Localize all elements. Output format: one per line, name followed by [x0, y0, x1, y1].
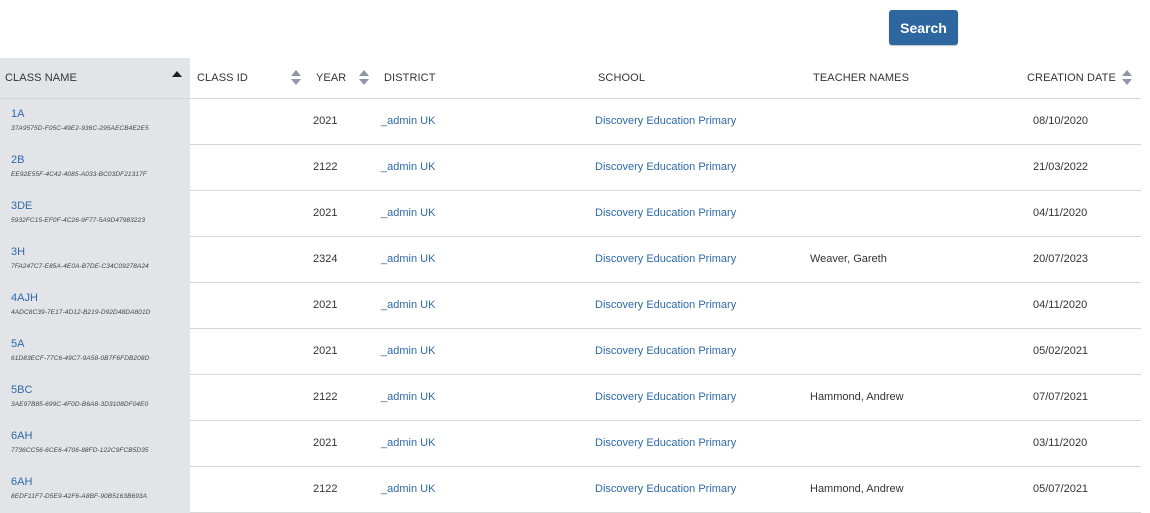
year-cell: 2122	[313, 161, 338, 173]
class-guid: 5932FC15-EF0F-4C26-9F77-5A9D47983223	[11, 217, 146, 224]
school-link[interactable]: Discovery Education Primary	[595, 191, 736, 236]
class-guid: 7FA247C7-E85A-4E0A-B7DE-C34C09278A24	[11, 263, 149, 270]
school-link[interactable]: Discovery Education Primary	[595, 99, 736, 144]
class-name-link[interactable]: 5BC	[11, 384, 32, 396]
teacher-names-cell: Hammond, Andrew	[810, 391, 904, 403]
district-link[interactable]: _admin UK	[381, 191, 435, 236]
table-row: 6AH 8EDF11F7-D5E9-42F6-A8BF-90B5163B693A 2…	[0, 467, 1141, 513]
class-guid: 61D83ECF-77C6-49C7-9A58-0B7F6FDB208D	[11, 355, 150, 362]
table-row: 5BC 3AE97B85-699C-4F0D-B6A8-3D3108DF04E0 2…	[0, 375, 1141, 421]
class-name-link[interactable]: 1A	[11, 108, 24, 120]
year-cell: 2021	[313, 115, 338, 127]
class-guid: EE92E55F-4C42-4085-A033-BC03DF21317F	[11, 171, 147, 178]
creation-date-cell: 05/02/2021	[1033, 345, 1089, 357]
table-row: 3DE 5932FC15-EF0F-4C26-9F77-5A9D47983223 2…	[0, 191, 1141, 237]
district-link[interactable]: _admin UK	[381, 421, 435, 466]
class-name-cell	[0, 99, 190, 145]
sort-ascending-icon[interactable]	[172, 71, 182, 77]
district-link[interactable]: _admin UK	[381, 375, 435, 420]
class-name-link[interactable]: 2B	[11, 154, 24, 166]
table-row: 6AH 7736CC56-6CE6-4706-88FD-122C9FCB5D35 2…	[0, 421, 1141, 467]
search-button[interactable]: Search	[889, 10, 958, 45]
district-link[interactable]: _admin UK	[381, 329, 435, 374]
header-teacher-names: TEACHER NAMES	[813, 72, 910, 84]
header-school: SCHOOL	[598, 72, 646, 84]
classes-table: CLASS NAME CLASS ID YEAR DISTRICT SCHOOL…	[0, 58, 1141, 513]
class-name-cell	[0, 375, 190, 421]
district-link[interactable]: _admin UK	[381, 467, 435, 512]
creation-date-cell: 20/07/2023	[1033, 253, 1089, 265]
year-cell: 2021	[313, 207, 338, 219]
school-link[interactable]: Discovery Education Primary	[595, 329, 736, 374]
class-name-link[interactable]: 6AH	[11, 476, 32, 488]
table-row: 4AJH 4ADC8C39-7E17-4D12-B219-D92D48DA801D…	[0, 283, 1141, 329]
header-year[interactable]: YEAR	[316, 58, 346, 98]
district-link[interactable]: _admin UK	[381, 283, 435, 328]
class-name-cell	[0, 329, 190, 375]
class-name-cell	[0, 237, 190, 283]
sort-creation-date-icon[interactable]	[1122, 70, 1133, 86]
class-name-link[interactable]: 3DE	[11, 200, 32, 212]
creation-date-cell: 08/10/2020	[1033, 115, 1089, 127]
header-district: DISTRICT	[384, 72, 436, 84]
district-link[interactable]: _admin UK	[381, 237, 435, 282]
school-link[interactable]: Discovery Education Primary	[595, 145, 736, 190]
table-header: CLASS NAME CLASS ID YEAR DISTRICT SCHOOL…	[0, 58, 1141, 99]
class-name-cell	[0, 191, 190, 237]
teacher-names-cell: Weaver, Gareth	[810, 253, 887, 265]
table-row: 5A 61D83ECF-77C6-49C7-9A58-0B7F6FDB208D 20…	[0, 329, 1141, 375]
district-link[interactable]: _admin UK	[381, 145, 435, 190]
creation-date-cell: 04/11/2020	[1033, 207, 1088, 219]
class-guid: 3AE97B85-699C-4F0D-B6A8-3D3108DF04E0	[11, 401, 149, 408]
table-row: 3H 7FA247C7-E85A-4E0A-B7DE-C34C09278A24 23…	[0, 237, 1141, 283]
district-link[interactable]: _admin UK	[381, 99, 435, 144]
year-cell: 2021	[313, 299, 338, 311]
class-name-cell	[0, 421, 190, 467]
year-cell: 2122	[313, 391, 338, 403]
year-cell: 2021	[313, 437, 338, 449]
school-link[interactable]: Discovery Education Primary	[595, 283, 736, 328]
class-name-cell	[0, 145, 190, 191]
header-creation-date[interactable]: CREATION DATE	[1027, 58, 1116, 98]
table-row: 2B EE92E55F-4C42-4085-A033-BC03DF21317F 21…	[0, 145, 1141, 191]
year-cell: 2122	[313, 483, 338, 495]
school-link[interactable]: Discovery Education Primary	[595, 237, 736, 282]
year-cell: 2021	[313, 345, 338, 357]
class-guid: 7736CC56-6CE6-4706-88FD-122C9FCB5D35	[11, 447, 149, 454]
school-link[interactable]: Discovery Education Primary	[595, 421, 736, 466]
header-class-id[interactable]: CLASS ID	[197, 58, 248, 98]
class-name-link[interactable]: 6AH	[11, 430, 32, 442]
creation-date-cell: 04/11/2020	[1033, 299, 1088, 311]
class-name-link[interactable]: 3H	[11, 246, 25, 258]
table-row: 1A 37A9575D-F05C-49E2-936C-295AECB4E2E5 20…	[0, 99, 1141, 145]
table-body: 1A 37A9575D-F05C-49E2-936C-295AECB4E2E5 20…	[0, 99, 1141, 513]
class-name-cell	[0, 283, 190, 329]
class-guid: 37A9575D-F05C-49E2-936C-295AECB4E2E5	[11, 125, 149, 132]
creation-date-cell: 21/03/2022	[1033, 161, 1089, 173]
class-name-link[interactable]: 4AJH	[11, 292, 38, 304]
year-cell: 2324	[313, 253, 338, 265]
school-link[interactable]: Discovery Education Primary	[595, 375, 736, 420]
class-name-cell	[0, 467, 190, 513]
sort-class-id-icon[interactable]	[291, 70, 302, 86]
creation-date-cell: 03/11/2020	[1033, 437, 1088, 449]
class-name-link[interactable]: 5A	[11, 338, 24, 350]
header-class-name[interactable]: CLASS NAME	[5, 58, 77, 98]
school-link[interactable]: Discovery Education Primary	[595, 467, 736, 512]
teacher-names-cell: Hammond, Andrew	[810, 483, 904, 495]
sort-year-icon[interactable]	[359, 70, 370, 86]
creation-date-cell: 05/07/2021	[1033, 483, 1089, 495]
creation-date-cell: 07/07/2021	[1033, 391, 1089, 403]
class-guid: 8EDF11F7-D5E9-42F6-A8BF-90B5163B693A	[11, 493, 148, 500]
class-guid: 4ADC8C39-7E17-4D12-B219-D92D48DA801D	[11, 309, 151, 316]
